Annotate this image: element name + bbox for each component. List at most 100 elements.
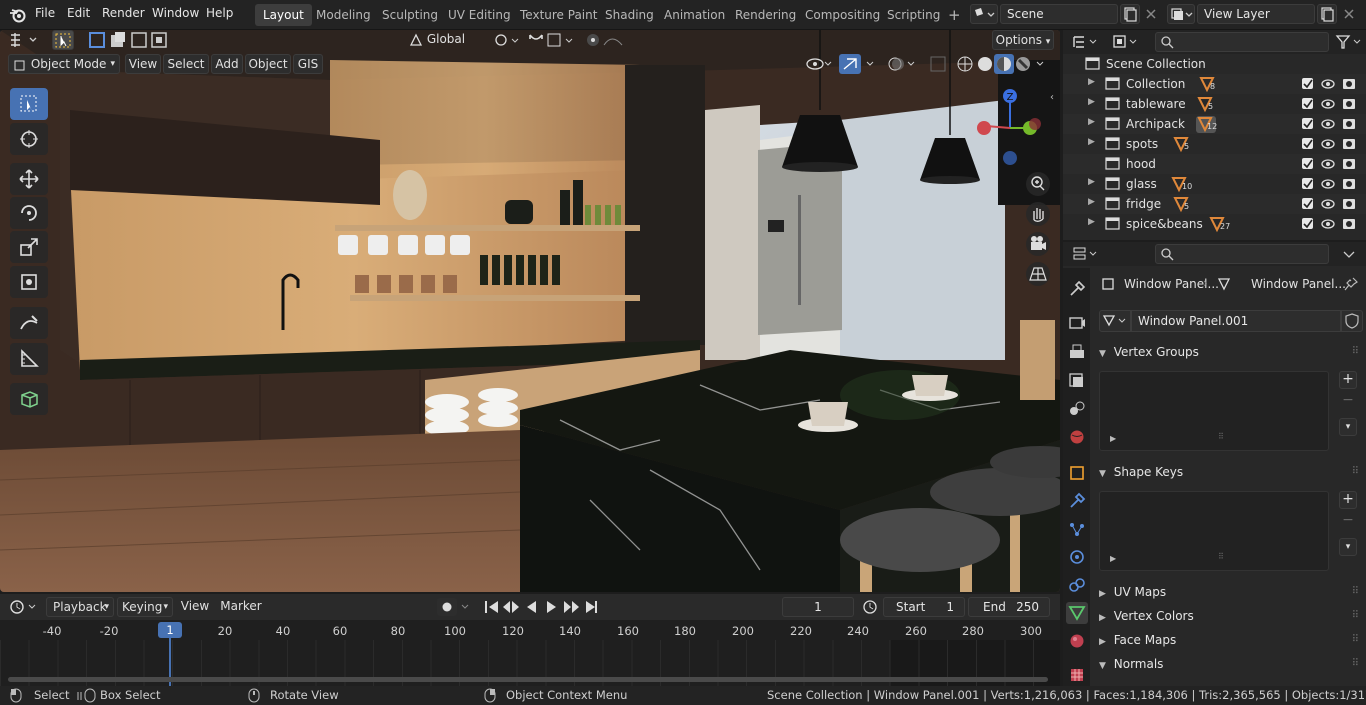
scene-tab-icon[interactable] (1066, 398, 1088, 420)
vertex-groups-list[interactable]: ▶ ⠿ (1099, 371, 1329, 451)
timeline-ruler[interactable]: -40 -20 1 20 40 60 80 100 120 140 160 18… (0, 620, 1060, 686)
shape-key-specials-button[interactable]: ▾ (1339, 538, 1357, 556)
modifier-tab-icon[interactable] (1066, 490, 1088, 512)
navigation-gizmo[interactable]: Z (972, 88, 1047, 168)
list-expand-icon[interactable]: ▶ (1110, 554, 1116, 563)
current-frame-field[interactable]: 1 (782, 597, 854, 617)
scene-name-field[interactable]: Scene (1000, 4, 1118, 24)
start-frame-field[interactable]: Start 1 (883, 597, 965, 617)
new-view-layer-icon[interactable] (1317, 4, 1337, 24)
uv-maps-panel-header[interactable]: ▶ UV Maps ⠿ (1095, 581, 1363, 603)
tab-texture-paint[interactable]: Texture Paint (512, 4, 605, 26)
zoom-view-icon[interactable] (1026, 172, 1050, 196)
eye-icon[interactable] (1321, 159, 1335, 169)
drag-handle-icon[interactable]: ⠿ (1352, 629, 1359, 651)
outliner[interactable]: Scene Collection ▶ Collection 8 ▶ tablew… (1063, 30, 1366, 240)
select-box-tool[interactable] (10, 88, 48, 120)
texture-tab-icon[interactable] (1066, 664, 1088, 686)
world-tab-icon[interactable] (1066, 426, 1088, 448)
outliner-row-scene-collection[interactable]: Scene Collection (1063, 54, 1366, 74)
menu-help[interactable]: Help (206, 6, 233, 20)
outliner-editor-type-icon[interactable] (1071, 33, 1101, 51)
transform-orientation-dropdown[interactable]: Global (405, 30, 485, 50)
eye-icon[interactable] (1321, 79, 1335, 89)
properties-options-icon[interactable] (1341, 246, 1357, 262)
drag-handle-icon[interactable]: ⠿ (1352, 461, 1359, 483)
tab-sculpting[interactable]: Sculpting (374, 4, 446, 26)
selection-mode-icons[interactable] (88, 31, 183, 49)
exclude-checkbox-icon[interactable] (1302, 78, 1313, 89)
add-vertex-group-button[interactable]: + (1339, 371, 1357, 389)
tab-uv-editing[interactable]: UV Editing (440, 4, 519, 26)
eye-icon[interactable] (1321, 219, 1335, 229)
camera-render-icon[interactable] (1343, 119, 1355, 129)
mesh-name-field[interactable]: Window Panel.001 (1131, 310, 1341, 332)
remove-vertex-group-button[interactable]: − (1339, 392, 1357, 410)
rotate-tool[interactable] (10, 197, 48, 229)
eye-icon[interactable] (1321, 199, 1335, 209)
exclude-checkbox-icon[interactable] (1302, 178, 1313, 189)
vertex-group-specials-button[interactable]: ▾ (1339, 418, 1357, 436)
view-layer-selector-icon[interactable] (1167, 4, 1195, 24)
view-layer-tab-icon[interactable] (1066, 370, 1088, 392)
pin-icon[interactable] (1343, 276, 1359, 292)
timeline-editor[interactable]: Playback ▾ Keying ▾ View Marker 1 Start 1 … (0, 594, 1060, 686)
menu-render[interactable]: Render (102, 6, 145, 20)
menu-window[interactable]: Window (152, 6, 199, 20)
exclude-checkbox-icon[interactable] (1302, 98, 1313, 109)
timeline-menu-marker[interactable]: Marker (218, 597, 264, 617)
scene-selector-icon[interactable] (970, 4, 998, 24)
eye-icon[interactable] (1321, 179, 1335, 189)
pivot-snap-icons[interactable] (492, 31, 642, 49)
eye-icon[interactable] (1321, 139, 1335, 149)
filter-icon[interactable] (1335, 33, 1365, 51)
list-resize-handle-icon[interactable]: ⠿ (1218, 432, 1224, 441)
viewport-menu-view[interactable]: View (125, 54, 161, 74)
tab-layout[interactable]: Layout (255, 4, 312, 26)
properties-editor-type-icon[interactable] (1071, 245, 1101, 263)
output-tab-icon[interactable] (1066, 341, 1088, 363)
expand-arrow-icon[interactable]: ▶ (1088, 117, 1095, 127)
object-mode-dropdown[interactable]: Object Mode ▾ (8, 54, 120, 74)
viewport-menu-select[interactable]: Select (163, 54, 209, 74)
view-layer-name-field[interactable]: View Layer (1197, 4, 1315, 24)
viewport-menu-object[interactable]: Object (245, 54, 291, 74)
add-shape-key-button[interactable]: + (1339, 491, 1357, 509)
properties-search-input[interactable] (1155, 244, 1329, 264)
3d-viewport[interactable]: Global Options ▾ Object Mode ▾ View Sele… (0, 30, 1060, 592)
keying-menu[interactable]: Keying ▾ (117, 597, 173, 617)
face-maps-panel-header[interactable]: ▶ Face Maps ⠿ (1095, 629, 1363, 651)
viewport-menu-add[interactable]: Add (211, 54, 243, 74)
expand-arrow-icon[interactable]: ▶ (1088, 77, 1095, 87)
physics-tab-icon[interactable] (1066, 546, 1088, 568)
add-cube-tool[interactable] (10, 383, 48, 415)
camera-render-icon[interactable] (1343, 219, 1355, 229)
vertex-colors-panel-header[interactable]: ▶ Vertex Colors ⠿ (1095, 605, 1363, 627)
tab-rendering[interactable]: Rendering (727, 4, 804, 26)
drag-handle-icon[interactable]: ⠿ (1352, 581, 1359, 603)
shape-keys-list[interactable]: ▶ ⠿ (1099, 491, 1329, 571)
normals-panel-header[interactable]: ▼ Normals ⠿ (1095, 653, 1363, 675)
drag-handle-icon[interactable]: ⠿ (1352, 341, 1359, 363)
select-tool-mode-icon[interactable] (52, 30, 74, 50)
blender-logo-icon[interactable] (9, 7, 27, 23)
measure-tool[interactable] (10, 343, 48, 375)
expand-arrow-icon[interactable]: ▶ (1088, 177, 1095, 187)
playhead-frame-label[interactable]: 1 (158, 622, 182, 638)
camera-view-icon[interactable] (1026, 232, 1050, 256)
playback-controls[interactable] (482, 598, 602, 616)
display-mode-icon[interactable] (1111, 33, 1141, 51)
exclude-checkbox-icon[interactable] (1302, 198, 1313, 209)
tab-animation[interactable]: Animation (656, 4, 733, 26)
delete-view-layer-icon[interactable] (1341, 6, 1357, 22)
remove-shape-key-button[interactable]: − (1339, 512, 1357, 530)
outliner-visibility-toggles[interactable] (1299, 74, 1363, 234)
fake-user-shield-icon[interactable] (1341, 310, 1363, 332)
move-tool[interactable] (10, 163, 48, 195)
mesh-data-tab-icon[interactable] (1066, 602, 1088, 624)
expand-arrow-icon[interactable]: ▶ (1088, 137, 1095, 147)
camera-render-icon[interactable] (1343, 159, 1355, 169)
scale-tool[interactable] (10, 231, 48, 263)
particles-tab-icon[interactable] (1066, 518, 1088, 540)
list-resize-handle-icon[interactable]: ⠿ (1218, 552, 1224, 561)
